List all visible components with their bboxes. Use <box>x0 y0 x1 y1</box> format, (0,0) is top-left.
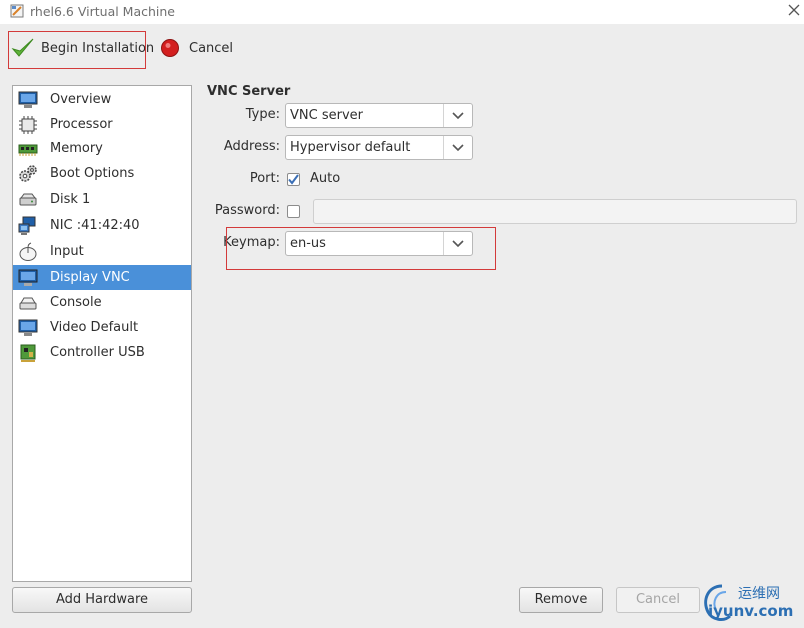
sidebar-item-memory[interactable]: Memory <box>13 136 191 161</box>
chevron-down-icon <box>452 240 464 248</box>
chevron-down-icon <box>452 112 464 120</box>
cancel-button[interactable]: Cancel <box>616 587 700 613</box>
sidebar-item-input[interactable]: Input <box>13 239 191 264</box>
combo-separator <box>443 232 444 255</box>
memory-icon <box>18 144 38 156</box>
watermark-text-cn: 运维网 <box>738 586 780 602</box>
watermark-logo: 运维网 iyunv.com <box>700 582 800 624</box>
watermark-text-url: iyunv.com <box>708 602 794 620</box>
port-auto-checkbox[interactable] <box>287 173 300 186</box>
sidebar-item-console[interactable]: Console <box>13 290 191 315</box>
cancel-installation-label: Cancel <box>189 40 234 56</box>
usb-controller-icon <box>20 344 36 362</box>
begin-installation-label: Begin Installation <box>41 40 155 56</box>
remove-button[interactable]: Remove <box>519 587 603 613</box>
sidebar-item-display-vnc[interactable]: Display VNC <box>13 265 191 290</box>
address-select[interactable]: Hypervisor default <box>285 135 473 160</box>
title-bar: rhel6.6 Virtual Machine <box>0 0 804 24</box>
sidebar-item-overview[interactable]: Overview <box>13 87 191 112</box>
add-hardware-button[interactable]: Add Hardware <box>12 587 192 613</box>
address-value: Hypervisor default <box>290 140 411 155</box>
password-checkbox[interactable] <box>287 205 300 218</box>
address-label: Address: <box>223 139 280 154</box>
port-auto-label: Auto <box>310 171 341 186</box>
console-icon <box>19 297 37 310</box>
close-icon[interactable] <box>786 2 802 18</box>
cancel-installation-button[interactable]: Cancel <box>160 34 233 62</box>
sidebar-item-controller-usb[interactable]: Controller USB <box>13 340 191 365</box>
hardware-list: Overview Processor Memory Boot Options D… <box>12 85 192 582</box>
begin-installation-button[interactable]: Begin Installation <box>11 34 154 62</box>
type-label: Type: <box>245 107 280 122</box>
sidebar-item-disk-1[interactable]: Disk 1 <box>13 187 191 212</box>
cpu-icon <box>19 116 37 134</box>
sidebar-item-nic[interactable]: NIC :41:42:40 <box>13 213 191 238</box>
sidebar-item-processor[interactable]: Processor <box>13 112 191 137</box>
mouse-icon <box>19 242 37 261</box>
keymap-label: Keymap: <box>223 235 280 250</box>
port-label: Port: <box>249 171 280 186</box>
keymap-select[interactable]: en-us <box>285 231 473 256</box>
window-title: rhel6.6 Virtual Machine <box>30 4 176 19</box>
gears-icon <box>19 165 37 182</box>
monitor-icon <box>18 91 38 108</box>
chevron-down-icon <box>452 144 464 152</box>
virtual-machine-icon <box>10 4 24 18</box>
sidebar-item-boot-options[interactable]: Boot Options <box>13 161 191 186</box>
sidebar-item-video-default[interactable]: Video Default <box>13 315 191 340</box>
network-icon <box>18 216 36 235</box>
type-value: VNC server <box>290 108 363 123</box>
combo-separator <box>443 104 444 127</box>
disk-icon <box>19 193 37 206</box>
section-title: VNC Server <box>207 84 291 99</box>
combo-separator <box>443 136 444 159</box>
password-field[interactable] <box>313 199 797 224</box>
type-select[interactable]: VNC server <box>285 103 473 128</box>
password-label: Password: <box>214 203 280 218</box>
video-icon <box>18 319 38 336</box>
display-icon <box>18 269 38 286</box>
checkmark-icon <box>288 174 299 185</box>
keymap-value: en-us <box>290 236 326 251</box>
checkmark-icon <box>11 38 34 57</box>
stop-icon <box>161 39 179 57</box>
